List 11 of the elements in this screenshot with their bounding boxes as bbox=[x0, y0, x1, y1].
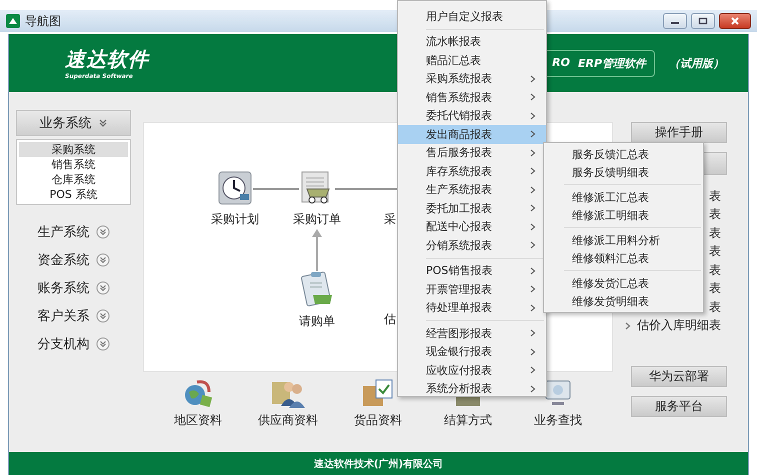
company-name: 速达软件技术(广州)有限公司 bbox=[314, 457, 444, 470]
window-title: 导航图 bbox=[25, 12, 61, 30]
edition-label: （试用版） bbox=[669, 56, 724, 70]
node-label: 估 bbox=[384, 311, 396, 328]
product-name: ERP管理软件 bbox=[578, 56, 646, 70]
node-label: 请购单 bbox=[299, 313, 335, 330]
edition-prefix: RO bbox=[552, 56, 570, 70]
node-label: 采购订单 bbox=[293, 211, 341, 228]
logo-text: 速达软件 bbox=[65, 46, 149, 73]
node-label: 采 bbox=[384, 211, 396, 228]
node-label: 采购计划 bbox=[211, 211, 259, 228]
